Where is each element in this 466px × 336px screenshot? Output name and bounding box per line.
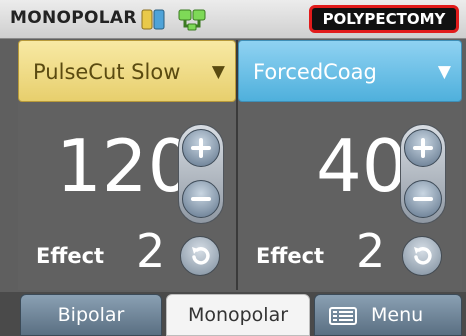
cycle-icon (192, 247, 210, 265)
mode-tab-bar: Bipolar Monopolar Menu (0, 292, 466, 336)
cut-effect-value: 2 (136, 224, 166, 278)
cut-power-stepper (178, 124, 224, 224)
dropdown-caret-icon: ▼ (211, 62, 225, 82)
plus-icon (191, 138, 211, 158)
cut-mode-label: PulseCut Slow (33, 60, 181, 84)
coag-decrease-button[interactable] (404, 180, 442, 218)
device-screen: MONOPOLAR POLYPECTOMY PulseCut Slow ▼ 12… (0, 0, 466, 336)
program-label[interactable]: POLYPECTOMY (309, 5, 459, 33)
coag-effect-cycle-button[interactable] (402, 236, 442, 276)
cycle-icon (414, 247, 432, 265)
coag-channel-panel: ForcedCoag ▼ 40 Effect 2 (238, 40, 462, 290)
coag-increase-button[interactable] (404, 129, 442, 167)
status-bar: MONOPOLAR POLYPECTOMY (0, 0, 466, 39)
cut-effect-cycle-button[interactable] (180, 236, 220, 276)
menu-label: Menu (371, 304, 424, 326)
minus-icon (191, 197, 211, 201)
return-electrode-icon (178, 9, 208, 35)
cut-increase-button[interactable] (182, 129, 220, 167)
coag-power-stepper (400, 124, 446, 224)
dropdown-caret-icon: ▼ (437, 62, 451, 82)
electrode-pads-icon (141, 9, 167, 35)
menu-list-icon (329, 307, 357, 325)
tab-bipolar[interactable]: Bipolar (20, 294, 162, 336)
coag-effect-value: 2 (356, 224, 386, 278)
cut-mode-select[interactable]: PulseCut Slow ▼ (18, 40, 236, 102)
mode-indicator: MONOPOLAR (10, 8, 137, 28)
coag-mode-label: ForcedCoag (253, 60, 377, 84)
plus-icon (413, 138, 433, 158)
menu-button[interactable]: Menu (314, 294, 462, 336)
coag-mode-select[interactable]: ForcedCoag ▼ (238, 40, 462, 102)
cut-power-value: 120 (56, 124, 194, 208)
cut-decrease-button[interactable] (182, 180, 220, 218)
minus-icon (413, 197, 433, 201)
coag-power-value: 40 (316, 124, 408, 208)
tab-monopolar[interactable]: Monopolar (166, 294, 310, 336)
cut-effect-label: Effect (36, 244, 105, 268)
cut-channel-panel: PulseCut Slow ▼ 120 Effect 2 (18, 40, 238, 290)
coag-effect-label: Effect (256, 244, 325, 268)
